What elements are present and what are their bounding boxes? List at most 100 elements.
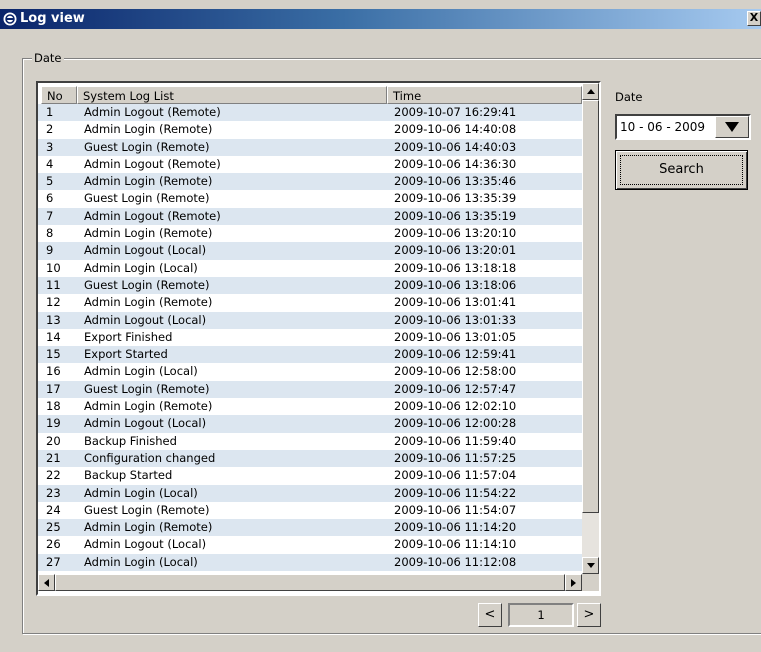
cell-event: Admin Login (Local) [84,554,198,569]
cell-time: 2009-10-06 14:40:03 [394,139,517,154]
cell-no: 8 [46,226,54,241]
cell-no: 4 [46,156,54,171]
cell-time: 2009-10-06 13:01:33 [394,312,517,327]
scroll-right-button[interactable] [565,574,582,591]
app-logo-icon [2,11,18,27]
window-title: Log view [20,11,85,26]
cell-no: 14 [46,329,61,344]
scroll-left-button[interactable] [38,574,55,591]
triangle-left-icon [44,578,49,587]
cell-event: Admin Login (Remote) [84,226,213,241]
table-row[interactable]: 2 Admin Login (Remote) 2009-10-06 14:40:08 [38,121,582,139]
next-page-button[interactable]: > [577,603,601,627]
cell-event: Admin Login (Remote) [84,399,213,414]
table-row[interactable]: 15 Export Started 2009-10-06 12:59:41 [38,346,582,364]
table-row[interactable]: 6 Guest Login (Remote) 2009-10-06 13:35:39 [38,190,582,208]
table-row[interactable]: 12 Admin Login (Remote) 2009-10-06 13:01:4… [38,294,582,312]
cell-event: Admin Login (Remote) [84,520,213,535]
cell-event: Export Started [84,347,168,362]
vertical-scrollbar[interactable] [582,83,599,574]
scroll-down-button[interactable] [582,557,599,574]
cell-no: 20 [46,433,61,448]
cell-no: 13 [46,312,61,327]
prev-page-button[interactable]: < [478,603,502,627]
cell-no: 23 [46,485,61,500]
cell-time: 2009-10-06 11:12:08 [394,554,517,569]
table-row[interactable]: 4 Admin Logout (Remote) 2009-10-06 14:36:3… [38,155,582,174]
table-row[interactable]: 1 Admin Logout (Remote) 2009-10-07 16:29:4… [38,104,582,122]
table-row[interactable]: 7 Admin Logout (Remote) 2009-10-06 13:35:1… [38,207,582,226]
date-label: Date [615,90,643,104]
cell-event: Admin Login (Remote) [84,295,213,310]
cell-event: Admin Login (Remote) [84,122,213,137]
cell-event: Export Finished [84,329,173,344]
cell-event: Admin Logout (Remote) [84,105,221,119]
date-picker[interactable]: 10 - 06 - 2009 [615,114,751,140]
table-row[interactable]: 13 Admin Logout (Local) 2009-10-06 13:01:3… [38,311,582,329]
cell-time: 2009-10-06 13:01:05 [394,329,517,344]
cell-event: Admin Logout (Local) [84,243,207,258]
table-row[interactable]: 26 Admin Logout (Local) 2009-10-06 11:14:1… [38,536,582,554]
cell-event: Admin Logout (Remote) [84,156,221,171]
table-row[interactable]: 17 Guest Login (Remote) 2009-10-06 12:57:4… [38,380,582,399]
table-row[interactable]: 14 Export Finished 2009-10-06 13:01:05 [38,328,582,347]
column-header-event[interactable]: System Log List [77,86,387,104]
table-row[interactable]: 5 Admin Login (Remote) 2009-10-06 13:35:46 [38,173,582,191]
cell-event: Guest Login (Remote) [84,502,210,517]
table-row[interactable]: 8 Admin Login (Remote) 2009-10-06 13:20:10 [38,225,582,243]
horizontal-scroll-thumb[interactable] [55,574,565,591]
table-row[interactable]: 11 Guest Login (Remote) 2009-10-06 13:18:0… [38,276,582,295]
table-row[interactable]: 16 Admin Login (Local) 2009-10-06 12:58:00 [38,363,582,381]
date-value[interactable]: 10 - 06 - 2009 [620,116,705,138]
cell-event: Configuration changed [84,450,216,465]
triangle-right-icon [571,578,576,587]
cell-time: 2009-10-06 12:59:41 [394,347,517,362]
group-label: Date [32,50,64,66]
triangle-up-icon [586,89,595,94]
table-row[interactable]: 3 Guest Login (Remote) 2009-10-06 14:40:03 [38,138,582,156]
cell-no: 6 [46,191,54,206]
table-row[interactable]: 20 Backup Finished 2009-10-06 11:59:40 [38,432,582,450]
horizontal-scrollbar[interactable] [38,574,582,591]
cell-no: 16 [46,364,61,379]
table-row[interactable]: 18 Admin Login (Remote) 2009-10-06 12:02:1… [38,398,582,416]
date-dropdown-button[interactable] [715,116,749,138]
cell-event: Guest Login (Remote) [84,381,210,396]
table-row[interactable]: 9 Admin Logout (Local) 2009-10-06 13:20:01 [38,242,582,260]
cell-no: 27 [46,554,61,569]
table-row[interactable]: 25 Admin Login (Remote) 2009-10-06 11:14:2… [38,519,582,537]
table-row[interactable]: 19 Admin Logout (Local) 2009-10-06 12:00:2… [38,415,582,433]
cell-no: 10 [46,260,61,275]
cell-no: 5 [46,174,54,189]
table-row[interactable]: 21 Configuration changed 2009-10-06 11:57:… [38,449,582,468]
cell-no: 12 [46,295,61,310]
vertical-scroll-thumb[interactable] [582,100,599,513]
cell-event: Admin Logout (Local) [84,416,207,431]
table-row[interactable]: 22 Backup Started 2009-10-06 11:57:04 [38,467,582,485]
table-row[interactable]: 10 Admin Login (Local) 2009-10-06 13:18:18 [38,259,582,277]
table-row[interactable]: 24 Guest Login (Remote) 2009-10-06 11:54:0… [38,501,582,520]
cell-time: 2009-10-06 13:20:01 [394,243,517,258]
cell-event: Guest Login (Remote) [84,277,210,292]
cell-time: 2009-10-06 14:36:30 [394,156,517,171]
cell-no: 19 [46,416,61,431]
column-header-no[interactable]: No [41,86,77,104]
column-header-time[interactable]: Time [387,86,582,104]
table-row[interactable]: 27 Admin Login (Local) 2009-10-06 11:12:08 [38,553,582,572]
table-row[interactable]: 23 Admin Login (Local) 2009-10-06 11:54:22 [38,484,582,502]
search-button[interactable]: Search [615,150,748,190]
cell-event: Admin Login (Local) [84,260,198,275]
cell-no: 2 [46,122,54,137]
cell-time: 2009-10-06 12:02:10 [394,399,517,414]
cell-event: Backup Started [84,468,173,483]
cell-time: 2009-10-06 11:57:25 [394,450,517,465]
cell-time: 2009-10-06 11:14:20 [394,520,517,535]
cell-no: 9 [46,243,54,258]
cell-time: 2009-10-07 16:29:41 [394,105,517,119]
log-rows: 1 Admin Logout (Remote) 2009-10-07 16:29:4… [38,104,582,572]
cell-time: 2009-10-06 13:01:41 [394,295,517,310]
cell-event: Admin Login (Local) [84,485,198,500]
scroll-up-button[interactable] [582,83,599,100]
close-button[interactable]: X [747,11,761,26]
cell-time: 2009-10-06 14:40:08 [394,122,517,137]
